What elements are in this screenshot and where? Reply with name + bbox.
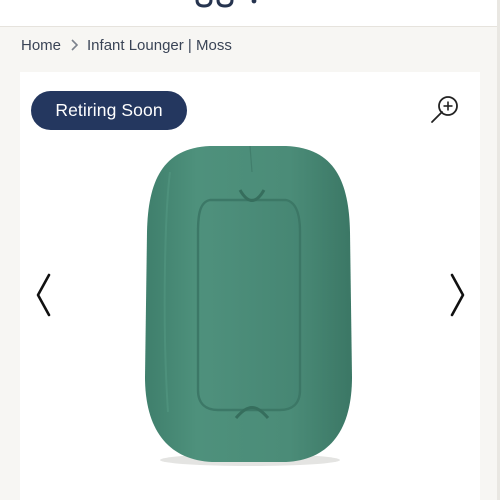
previous-image-button[interactable] [32, 271, 54, 319]
chevron-left-icon [36, 273, 51, 317]
product-image[interactable] [140, 142, 358, 468]
status-badge: Retiring Soon [31, 91, 187, 130]
chevron-right-icon [69, 39, 79, 51]
breadcrumb-current: Infant Lounger | Moss [87, 36, 232, 54]
zoom-in-icon[interactable] [429, 94, 461, 126]
chevron-right-icon [450, 273, 465, 317]
next-image-button[interactable] [447, 271, 469, 319]
logo-fragment[interactable] [0, 0, 500, 26]
top-header [0, 0, 500, 27]
breadcrumb: Home Infant Lounger | Moss [21, 34, 232, 56]
breadcrumb-home-link[interactable]: Home [21, 37, 61, 54]
